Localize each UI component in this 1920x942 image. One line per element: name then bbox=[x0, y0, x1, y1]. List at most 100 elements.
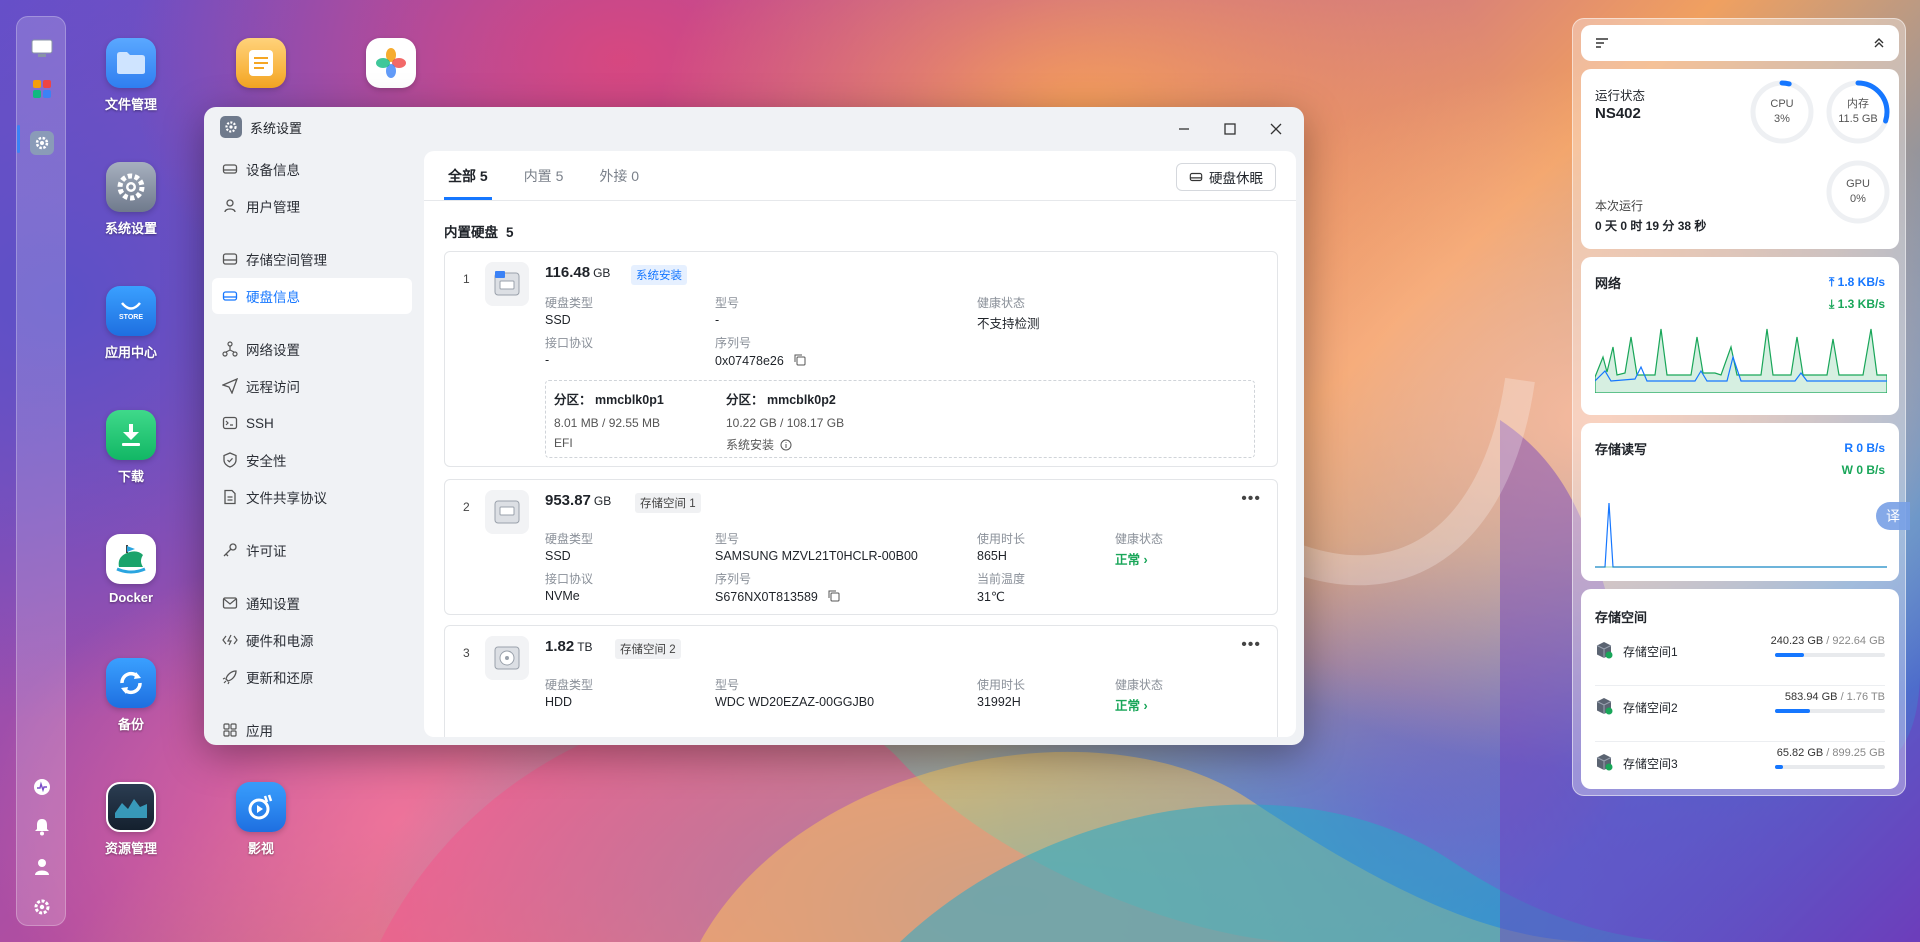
disk-card[interactable]: 1 116.48 GB 系统安装 硬盘类型 SSD 型号 - 健康状态 不支持检测 接口… bbox=[444, 251, 1278, 467]
disk-index: 2 bbox=[463, 500, 470, 514]
gear-icon[interactable] bbox=[30, 895, 54, 919]
storage-usage-bar bbox=[1775, 765, 1885, 769]
user-icon[interactable] bbox=[30, 855, 54, 879]
disk-health[interactable]: 健康状态 正常 › bbox=[1115, 676, 1163, 714]
network-icon bbox=[222, 341, 238, 357]
disk-capacity: 1.82 TB bbox=[545, 638, 593, 655]
storage-usage-bar bbox=[1775, 653, 1885, 657]
storage-pool-row[interactable]: 存储空间1 240.23 GB / 922.64 GB bbox=[1595, 631, 1885, 677]
desktop-app-settings[interactable]: 系统设置 bbox=[81, 162, 181, 237]
ssd-icon bbox=[485, 490, 529, 534]
sidebar-item-device-info[interactable]: 设备信息 bbox=[212, 151, 412, 187]
disk-uptime: 使用时长 865H bbox=[977, 532, 1026, 563]
terminal-icon bbox=[222, 416, 238, 430]
close-button[interactable] bbox=[1258, 117, 1294, 141]
desktop-app-notes[interactable] bbox=[211, 38, 311, 94]
tab-external[interactable]: 外接 0 bbox=[595, 166, 643, 200]
sidebar-item-security[interactable]: 安全性 bbox=[212, 442, 412, 478]
storage-pool-row[interactable]: 存储空间3 65.82 GB / 899.25 GB bbox=[1595, 743, 1885, 789]
dock-active-indicator bbox=[17, 125, 20, 153]
tab-internal[interactable]: 内置 5 bbox=[520, 166, 568, 200]
section-title: 内置硬盘 5 bbox=[444, 225, 514, 240]
desktop-icon[interactable] bbox=[30, 37, 54, 61]
sidebar-item-apps[interactable]: 应用 bbox=[212, 712, 412, 745]
sidebar-item-users[interactable]: 用户管理 bbox=[212, 188, 412, 224]
sidebar-item-disk-info[interactable]: 硬盘信息 bbox=[212, 278, 412, 314]
window-titlebar[interactable]: 系统设置 bbox=[204, 107, 1304, 147]
more-options-icon[interactable]: ••• bbox=[1241, 636, 1261, 654]
settings-dock-icon[interactable] bbox=[30, 131, 54, 155]
desktop-app-video[interactable]: 影视 bbox=[211, 782, 311, 857]
disk-card[interactable]: 2 953.87 GB 存储空间 1 ••• 硬盘类型 SSD 型号 SAMSUNG … bbox=[444, 479, 1278, 615]
key-icon bbox=[223, 543, 237, 557]
disk-type: 硬盘类型 SSD bbox=[545, 532, 594, 563]
disk-capacity: 116.48 GB bbox=[545, 264, 611, 281]
desktop-app-download[interactable]: 下载 bbox=[81, 410, 181, 485]
storage-pool-icon bbox=[1596, 642, 1613, 659]
sidebar-item-storage[interactable]: 存储空间管理 bbox=[212, 241, 412, 277]
gear-icon bbox=[106, 162, 156, 212]
disk-tabs: 全部 5 内置 5 外接 0 bbox=[424, 151, 1296, 201]
disk-card[interactable]: 3 1.82 TB 存储空间 2 ••• 硬盘类型 HDD 型号 WDC WD20EZ… bbox=[444, 625, 1278, 737]
more-options-icon[interactable]: ••• bbox=[1241, 490, 1261, 508]
sidebar-item-ssh[interactable]: SSH bbox=[212, 405, 412, 441]
desktop-app-files[interactable]: 文件管理 bbox=[81, 38, 181, 113]
sidebar-item-hardware-power[interactable]: 硬件和电源 bbox=[212, 622, 412, 658]
sidebar-item-notifications[interactable]: 通知设置 bbox=[212, 585, 412, 621]
storage-pool-row[interactable]: 存储空间2 583.94 GB / 1.76 TB bbox=[1595, 687, 1885, 733]
disk-serial: 序列号 S676NX0T813589 bbox=[715, 570, 841, 604]
disk-model: 型号 - bbox=[715, 296, 740, 327]
network-widget[interactable]: 网络 ⤒ 1.8 KB/s ⤓ 1.3 KB/s bbox=[1581, 257, 1899, 415]
disk-sleep-button[interactable]: 硬盘休眠 bbox=[1176, 163, 1276, 191]
desktop-app-docker[interactable]: Docker bbox=[81, 534, 181, 605]
status-widget[interactable]: 运行状态 NS402 CPU 3% 内存 11.5 GB GPU 0% 本次运行 0 … bbox=[1581, 69, 1899, 249]
app-launcher-icon[interactable] bbox=[30, 77, 54, 101]
disk-io-graph bbox=[1595, 502, 1887, 568]
desktop-app-backup[interactable]: 备份 bbox=[81, 658, 181, 733]
info-icon[interactable] bbox=[780, 439, 792, 451]
disk-interface: 接口协议 NVMe bbox=[545, 572, 594, 603]
user-icon bbox=[224, 199, 236, 213]
disk-health: 健康状态 不支持检测 bbox=[977, 296, 1040, 331]
memory-usage: 内存 11.5 GB bbox=[1838, 98, 1878, 126]
sidebar-item-update-restore[interactable]: 更新和还原 bbox=[212, 659, 412, 695]
desktop-app-label: 备份 bbox=[117, 717, 144, 732]
tab-all[interactable]: 全部 5 bbox=[444, 166, 492, 200]
send-icon bbox=[222, 378, 238, 394]
translate-button[interactable]: 译 bbox=[1876, 502, 1910, 530]
disk-interface: 接口协议 - bbox=[545, 336, 594, 367]
sidebar-item-file-sharing[interactable]: 文件共享协议 bbox=[212, 479, 412, 515]
chevron-right-icon: › bbox=[1143, 699, 1148, 713]
disk-info-panel: 全部 5 内置 5 外接 0 硬盘休眠 内置硬盘 5 1 116.48 GB 系统安… bbox=[424, 151, 1296, 737]
storage-pool-icon bbox=[1596, 698, 1613, 715]
disk-io-widget[interactable]: 存储读写 R 0 B/s W 0 B/s bbox=[1581, 423, 1899, 581]
filter-icon[interactable] bbox=[1595, 36, 1609, 50]
disk-icon bbox=[222, 291, 238, 301]
disk-health[interactable]: 健康状态 正常 › bbox=[1115, 530, 1163, 568]
shield-icon bbox=[223, 452, 237, 468]
sidebar-item-license[interactable]: 许可证 bbox=[212, 532, 412, 568]
sidebar-item-remote[interactable]: 远程访问 bbox=[212, 368, 412, 404]
disk-type: 硬盘类型 HDD bbox=[545, 678, 594, 709]
desktop-app-monitor[interactable]: 资源管理 bbox=[81, 782, 181, 857]
collapse-icon[interactable] bbox=[1873, 37, 1885, 49]
activity-icon[interactable] bbox=[30, 775, 54, 799]
copy-icon[interactable] bbox=[827, 589, 841, 603]
copy-icon[interactable] bbox=[793, 353, 807, 367]
disk-io-rates: R 0 B/s W 0 B/s bbox=[1841, 441, 1885, 477]
upload-icon: ⤒ bbox=[1828, 275, 1835, 289]
device-name: NS402 bbox=[1595, 105, 1641, 122]
drive-icon bbox=[222, 164, 238, 174]
desktop-app-photos[interactable] bbox=[341, 38, 441, 94]
maximize-button[interactable] bbox=[1212, 117, 1248, 141]
apps-icon bbox=[223, 723, 237, 737]
widget-title: 网络 bbox=[1595, 276, 1622, 291]
widget-panel: 运行状态 NS402 CPU 3% 内存 11.5 GB GPU 0% 本次运行 0 … bbox=[1572, 18, 1906, 796]
desktop-app-store[interactable]: STORE 应用中心 bbox=[81, 286, 181, 361]
minimize-button[interactable] bbox=[1166, 117, 1202, 141]
disk-temperature: 当前温度 31℃ bbox=[977, 572, 1026, 604]
docker-icon bbox=[106, 534, 156, 584]
sidebar-item-network[interactable]: 网络设置 bbox=[212, 331, 412, 367]
storage-widget[interactable]: 存储空间 存储空间1 240.23 GB / 922.64 GB 存储空间2 5… bbox=[1581, 589, 1899, 789]
bell-icon[interactable] bbox=[30, 815, 54, 839]
